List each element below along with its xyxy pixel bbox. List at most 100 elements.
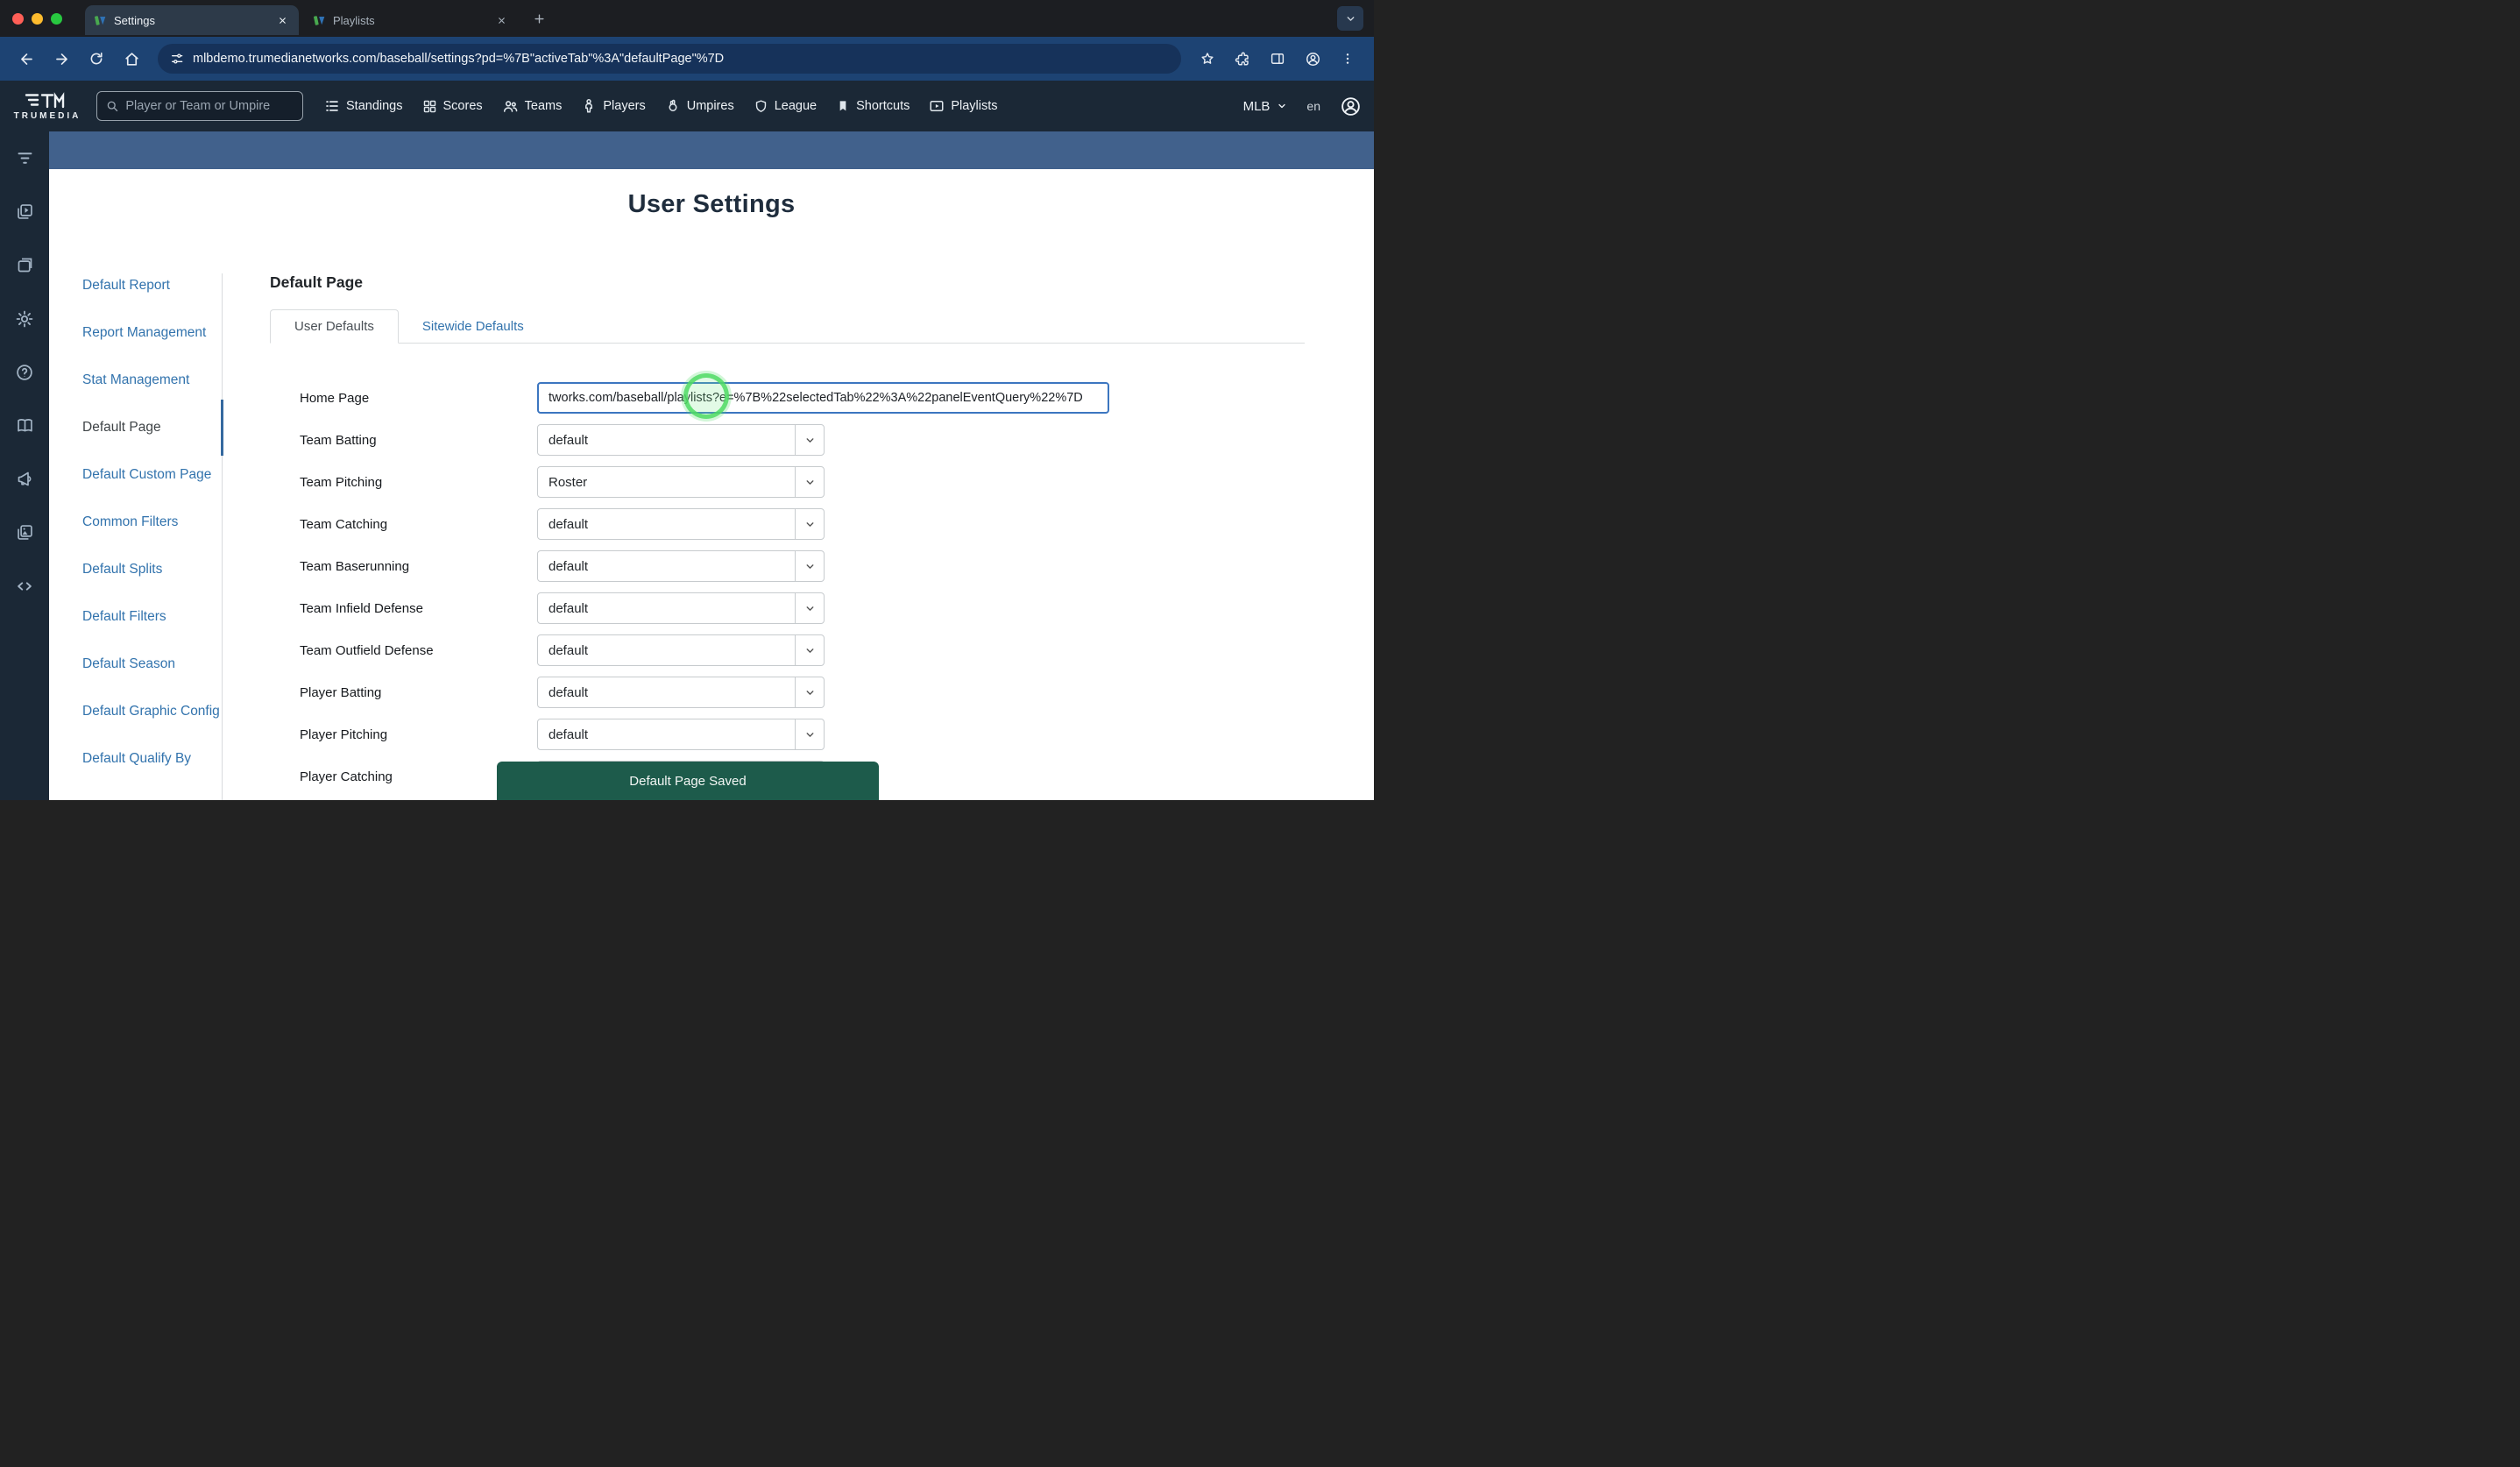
nav-players[interactable]: Players xyxy=(581,98,645,114)
close-window-button[interactable] xyxy=(12,13,24,25)
site-info-icon[interactable] xyxy=(170,52,184,66)
global-search[interactable] xyxy=(96,91,303,121)
nav-umpires[interactable]: Umpires xyxy=(665,98,734,114)
minimize-window-button[interactable] xyxy=(32,13,43,25)
chevron-down-icon[interactable] xyxy=(795,509,824,539)
settings-nav-item[interactable]: Default Report xyxy=(82,277,222,294)
field-label: Team Catching xyxy=(300,517,537,532)
settings-nav: Default Report Report Management Stat Mana… xyxy=(82,273,223,800)
chevron-down-icon[interactable] xyxy=(795,467,824,497)
maximize-window-button[interactable] xyxy=(51,13,62,25)
default-select[interactable]: default xyxy=(537,424,825,456)
tab-search-icon[interactable] xyxy=(1337,6,1363,31)
book-icon[interactable] xyxy=(0,399,49,452)
gear-icon[interactable] xyxy=(0,292,49,345)
nav-teams[interactable]: Teams xyxy=(502,98,563,115)
form-row-home-page: Home Page xyxy=(270,382,1305,414)
chevron-down-icon[interactable] xyxy=(795,593,824,623)
search-icon xyxy=(106,99,118,113)
gallery-icon[interactable] xyxy=(0,506,49,559)
nav-playlists[interactable]: Playlists xyxy=(929,98,997,114)
settings-nav-item[interactable]: Default Qualify By xyxy=(82,750,222,768)
header-right-cluster: MLB en xyxy=(1243,96,1362,117)
league-selector[interactable]: MLB xyxy=(1243,99,1288,114)
chevron-down-icon[interactable] xyxy=(795,635,824,665)
forward-icon[interactable] xyxy=(46,44,77,74)
form-row: Player Pitching default xyxy=(270,719,1305,750)
chevron-down-icon[interactable] xyxy=(795,551,824,581)
browser-tab[interactable]: Settings xyxy=(85,5,299,35)
trumedia-logo-mark xyxy=(25,92,70,110)
language-selector[interactable]: en xyxy=(1306,99,1320,113)
help-icon[interactable] xyxy=(0,345,49,399)
field-label: Home Page xyxy=(300,391,537,406)
default-select[interactable]: default xyxy=(537,550,825,582)
settings-nav-item[interactable]: Default Season xyxy=(82,656,222,673)
menu-dots-icon[interactable] xyxy=(1332,44,1363,74)
field-label: Team Baserunning xyxy=(300,559,537,574)
tab-title: Playlists xyxy=(333,14,487,27)
close-tab-icon[interactable] xyxy=(494,13,509,28)
settings-nav-item[interactable]: Stat Management xyxy=(82,372,222,389)
chevron-down-icon[interactable] xyxy=(795,677,824,707)
select-value: default xyxy=(538,601,795,616)
defaults-tabs: User DefaultsSitewide Defaults xyxy=(270,309,1305,344)
default-select[interactable]: default xyxy=(537,508,825,540)
nav-shortcuts[interactable]: Shortcuts xyxy=(836,99,910,113)
code-icon[interactable] xyxy=(0,559,49,613)
default-select[interactable]: Roster xyxy=(537,466,825,498)
window-controls[interactable] xyxy=(12,13,62,25)
nav-standings[interactable]: Standings xyxy=(324,98,403,114)
extensions-icon[interactable] xyxy=(1227,44,1258,74)
settings-nav-item[interactable]: Default Page xyxy=(82,419,222,436)
settings-nav-item[interactable]: Default Splits xyxy=(82,561,222,578)
address-bar[interactable]: mlbdemo.trumedianetworks.com/baseball/se… xyxy=(158,44,1181,74)
bookmark-star-icon[interactable] xyxy=(1192,44,1223,74)
shortcuts-icon xyxy=(836,99,850,113)
cards-icon[interactable] xyxy=(0,238,49,292)
default-select[interactable]: default xyxy=(537,719,825,750)
nav-league[interactable]: League xyxy=(754,99,817,114)
app-header: TRUMEDIA Standings Scores Teams Players xyxy=(0,81,1374,131)
settings-nav-item[interactable]: Default Graphic Config xyxy=(82,703,222,720)
defaults-tab[interactable]: Sitewide Defaults xyxy=(399,310,548,343)
home-page-input[interactable] xyxy=(537,382,1109,414)
settings-nav-item[interactable]: Common Filters xyxy=(82,514,222,531)
new-tab-icon[interactable] xyxy=(527,6,551,31)
default-select[interactable]: default xyxy=(537,677,825,708)
select-value: default xyxy=(538,517,795,532)
league-icon xyxy=(754,99,768,114)
chevron-down-icon[interactable] xyxy=(795,719,824,749)
search-input[interactable] xyxy=(125,99,294,113)
form-row: Player Batting default xyxy=(270,677,1305,708)
banner-strip xyxy=(49,131,1374,169)
settings-nav-item[interactable]: Default Filters xyxy=(82,608,222,626)
trumedia-logo[interactable]: TRUMEDIA xyxy=(12,92,82,121)
user-avatar[interactable] xyxy=(1340,96,1362,117)
filter-icon[interactable] xyxy=(0,131,49,185)
back-icon[interactable] xyxy=(11,44,42,74)
profile-icon[interactable] xyxy=(1297,44,1328,74)
chevron-down-icon xyxy=(1277,101,1287,111)
settings-nav-item[interactable]: Report Management xyxy=(82,324,222,342)
standings-icon xyxy=(324,98,340,114)
form-row: Team Batting default xyxy=(270,424,1305,456)
left-icon-rail xyxy=(0,131,49,800)
close-tab-icon[interactable] xyxy=(275,13,290,28)
nav-scores[interactable]: Scores xyxy=(422,99,483,114)
default-select[interactable]: default xyxy=(537,592,825,624)
field-label: Team Infield Defense xyxy=(300,601,537,616)
megaphone-icon[interactable] xyxy=(0,452,49,506)
browser-tab[interactable]: Playlists xyxy=(304,5,518,35)
reload-icon[interactable] xyxy=(81,44,112,74)
favicon xyxy=(313,14,326,27)
home-icon[interactable] xyxy=(116,44,147,74)
side-panel-icon[interactable] xyxy=(1262,44,1293,74)
defaults-tab[interactable]: User Defaults xyxy=(270,309,399,344)
form-row: Team Catching default xyxy=(270,508,1305,540)
default-select[interactable]: default xyxy=(537,634,825,666)
video-library-icon[interactable] xyxy=(0,185,49,238)
select-value: default xyxy=(538,433,795,448)
chevron-down-icon[interactable] xyxy=(795,425,824,455)
settings-nav-item[interactable]: Default Custom Page xyxy=(82,466,222,484)
